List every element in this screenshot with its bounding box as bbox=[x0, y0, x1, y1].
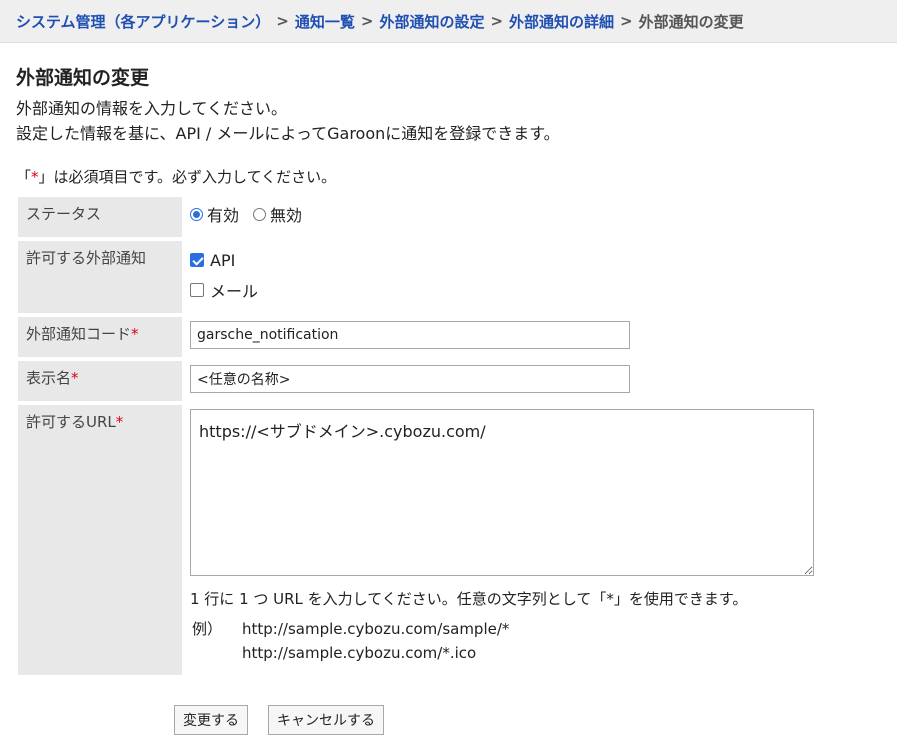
breadcrumb-separator: > bbox=[276, 12, 289, 30]
allowed-row: 許可する外部通知 API メール bbox=[18, 241, 814, 313]
allowed-field: API メール bbox=[182, 241, 814, 313]
breadcrumb-separator: > bbox=[620, 12, 633, 30]
code-field bbox=[182, 317, 814, 357]
breadcrumb-separator: > bbox=[360, 12, 374, 30]
breadcrumb-system-admin[interactable]: システム管理（各アプリケーション） bbox=[16, 11, 270, 32]
allowed-url-textarea[interactable]: https://<サブドメイン>.cybozu.com/ bbox=[190, 409, 814, 576]
required-note: 「*」は必須項目です。必ず入力してください。 bbox=[16, 166, 881, 187]
breadcrumb: システム管理（各アプリケーション） > 通知一覧 > 外部通知の設定 > 外部通… bbox=[0, 0, 897, 43]
display-name-label-text: 表示名 bbox=[26, 369, 72, 387]
breadcrumb-separator: > bbox=[490, 12, 504, 30]
breadcrumb-current: 外部通知の変更 bbox=[638, 12, 744, 31]
code-label-text: 外部通知コード bbox=[26, 325, 132, 343]
example-list: http://sample.cybozu.com/sample/* http:/… bbox=[242, 617, 509, 665]
api-checkbox-label[interactable]: API bbox=[210, 251, 235, 270]
example-label: 例） bbox=[192, 620, 223, 638]
url-example: 例） http://sample.cybozu.com/sample/* htt… bbox=[190, 617, 814, 665]
required-note-prefix: 「 bbox=[16, 168, 32, 186]
status-label: ステータス bbox=[18, 197, 182, 237]
cancel-button[interactable]: キャンセルする bbox=[268, 705, 384, 735]
api-checkbox[interactable] bbox=[190, 253, 204, 267]
display-name-row: 表示名* bbox=[18, 361, 814, 401]
example-url-2: http://sample.cybozu.com/*.ico bbox=[242, 644, 477, 662]
display-name-label: 表示名* bbox=[18, 361, 182, 401]
breadcrumb-notification-list[interactable]: 通知一覧 bbox=[295, 11, 355, 32]
allowed-label: 許可する外部通知 bbox=[18, 241, 182, 313]
mail-checkbox[interactable] bbox=[190, 283, 204, 297]
mail-checkbox-label[interactable]: メール bbox=[210, 278, 258, 302]
status-field: 有効 無効 bbox=[182, 197, 814, 237]
required-star: * bbox=[71, 369, 79, 387]
page-description-2: 設定した情報を基に、API / メールによってGaroonに通知を登録できます。 bbox=[16, 124, 560, 143]
main-content: 外部通知の変更 外部通知の情報を入力してください。 設定した情報を基に、API … bbox=[0, 63, 897, 735]
page-title: 外部通知の変更 bbox=[16, 67, 150, 89]
url-row: 許可するURL* https://<サブドメイン>.cybozu.com/ 1 … bbox=[18, 405, 814, 675]
code-row: 外部通知コード* bbox=[18, 317, 814, 357]
status-disabled-label[interactable]: 無効 bbox=[270, 202, 302, 226]
status-disabled-radio[interactable] bbox=[253, 207, 267, 221]
notification-code-input[interactable] bbox=[190, 321, 630, 349]
breadcrumb-external-settings[interactable]: 外部通知の設定 bbox=[379, 11, 484, 32]
status-row: ステータス 有効 無効 bbox=[18, 197, 814, 237]
url-label: 許可するURL* bbox=[18, 405, 182, 675]
required-star: * bbox=[31, 168, 39, 186]
submit-button[interactable]: 変更する bbox=[174, 705, 248, 735]
form-buttons: 変更する キャンセルする bbox=[174, 705, 881, 735]
code-label: 外部通知コード* bbox=[18, 317, 182, 357]
required-star: * bbox=[131, 325, 139, 343]
url-field: https://<サブドメイン>.cybozu.com/ 1 行に 1 つ UR… bbox=[182, 405, 814, 675]
page-description-1: 外部通知の情報を入力してください。 bbox=[16, 99, 288, 118]
display-name-field bbox=[182, 361, 814, 401]
status-enabled-label[interactable]: 有効 bbox=[207, 202, 239, 226]
url-label-text: 許可するURL bbox=[26, 413, 116, 431]
required-note-suffix: 」は必須項目です。必ず入力してください。 bbox=[38, 168, 337, 186]
required-star: * bbox=[115, 413, 124, 431]
url-hint: 1 行に 1 つ URL を入力してください。任意の文字列として「*」を使用でき… bbox=[190, 590, 748, 608]
form-table: ステータス 有効 無効 許可する外部通知 API メール 外部通知コード* ga… bbox=[18, 193, 814, 679]
status-enabled-radio[interactable] bbox=[190, 207, 203, 221]
display-name-input[interactable] bbox=[190, 365, 630, 393]
example-url-1: http://sample.cybozu.com/sample/* bbox=[242, 620, 510, 638]
breadcrumb-external-details[interactable]: 外部通知の詳細 bbox=[509, 11, 614, 32]
